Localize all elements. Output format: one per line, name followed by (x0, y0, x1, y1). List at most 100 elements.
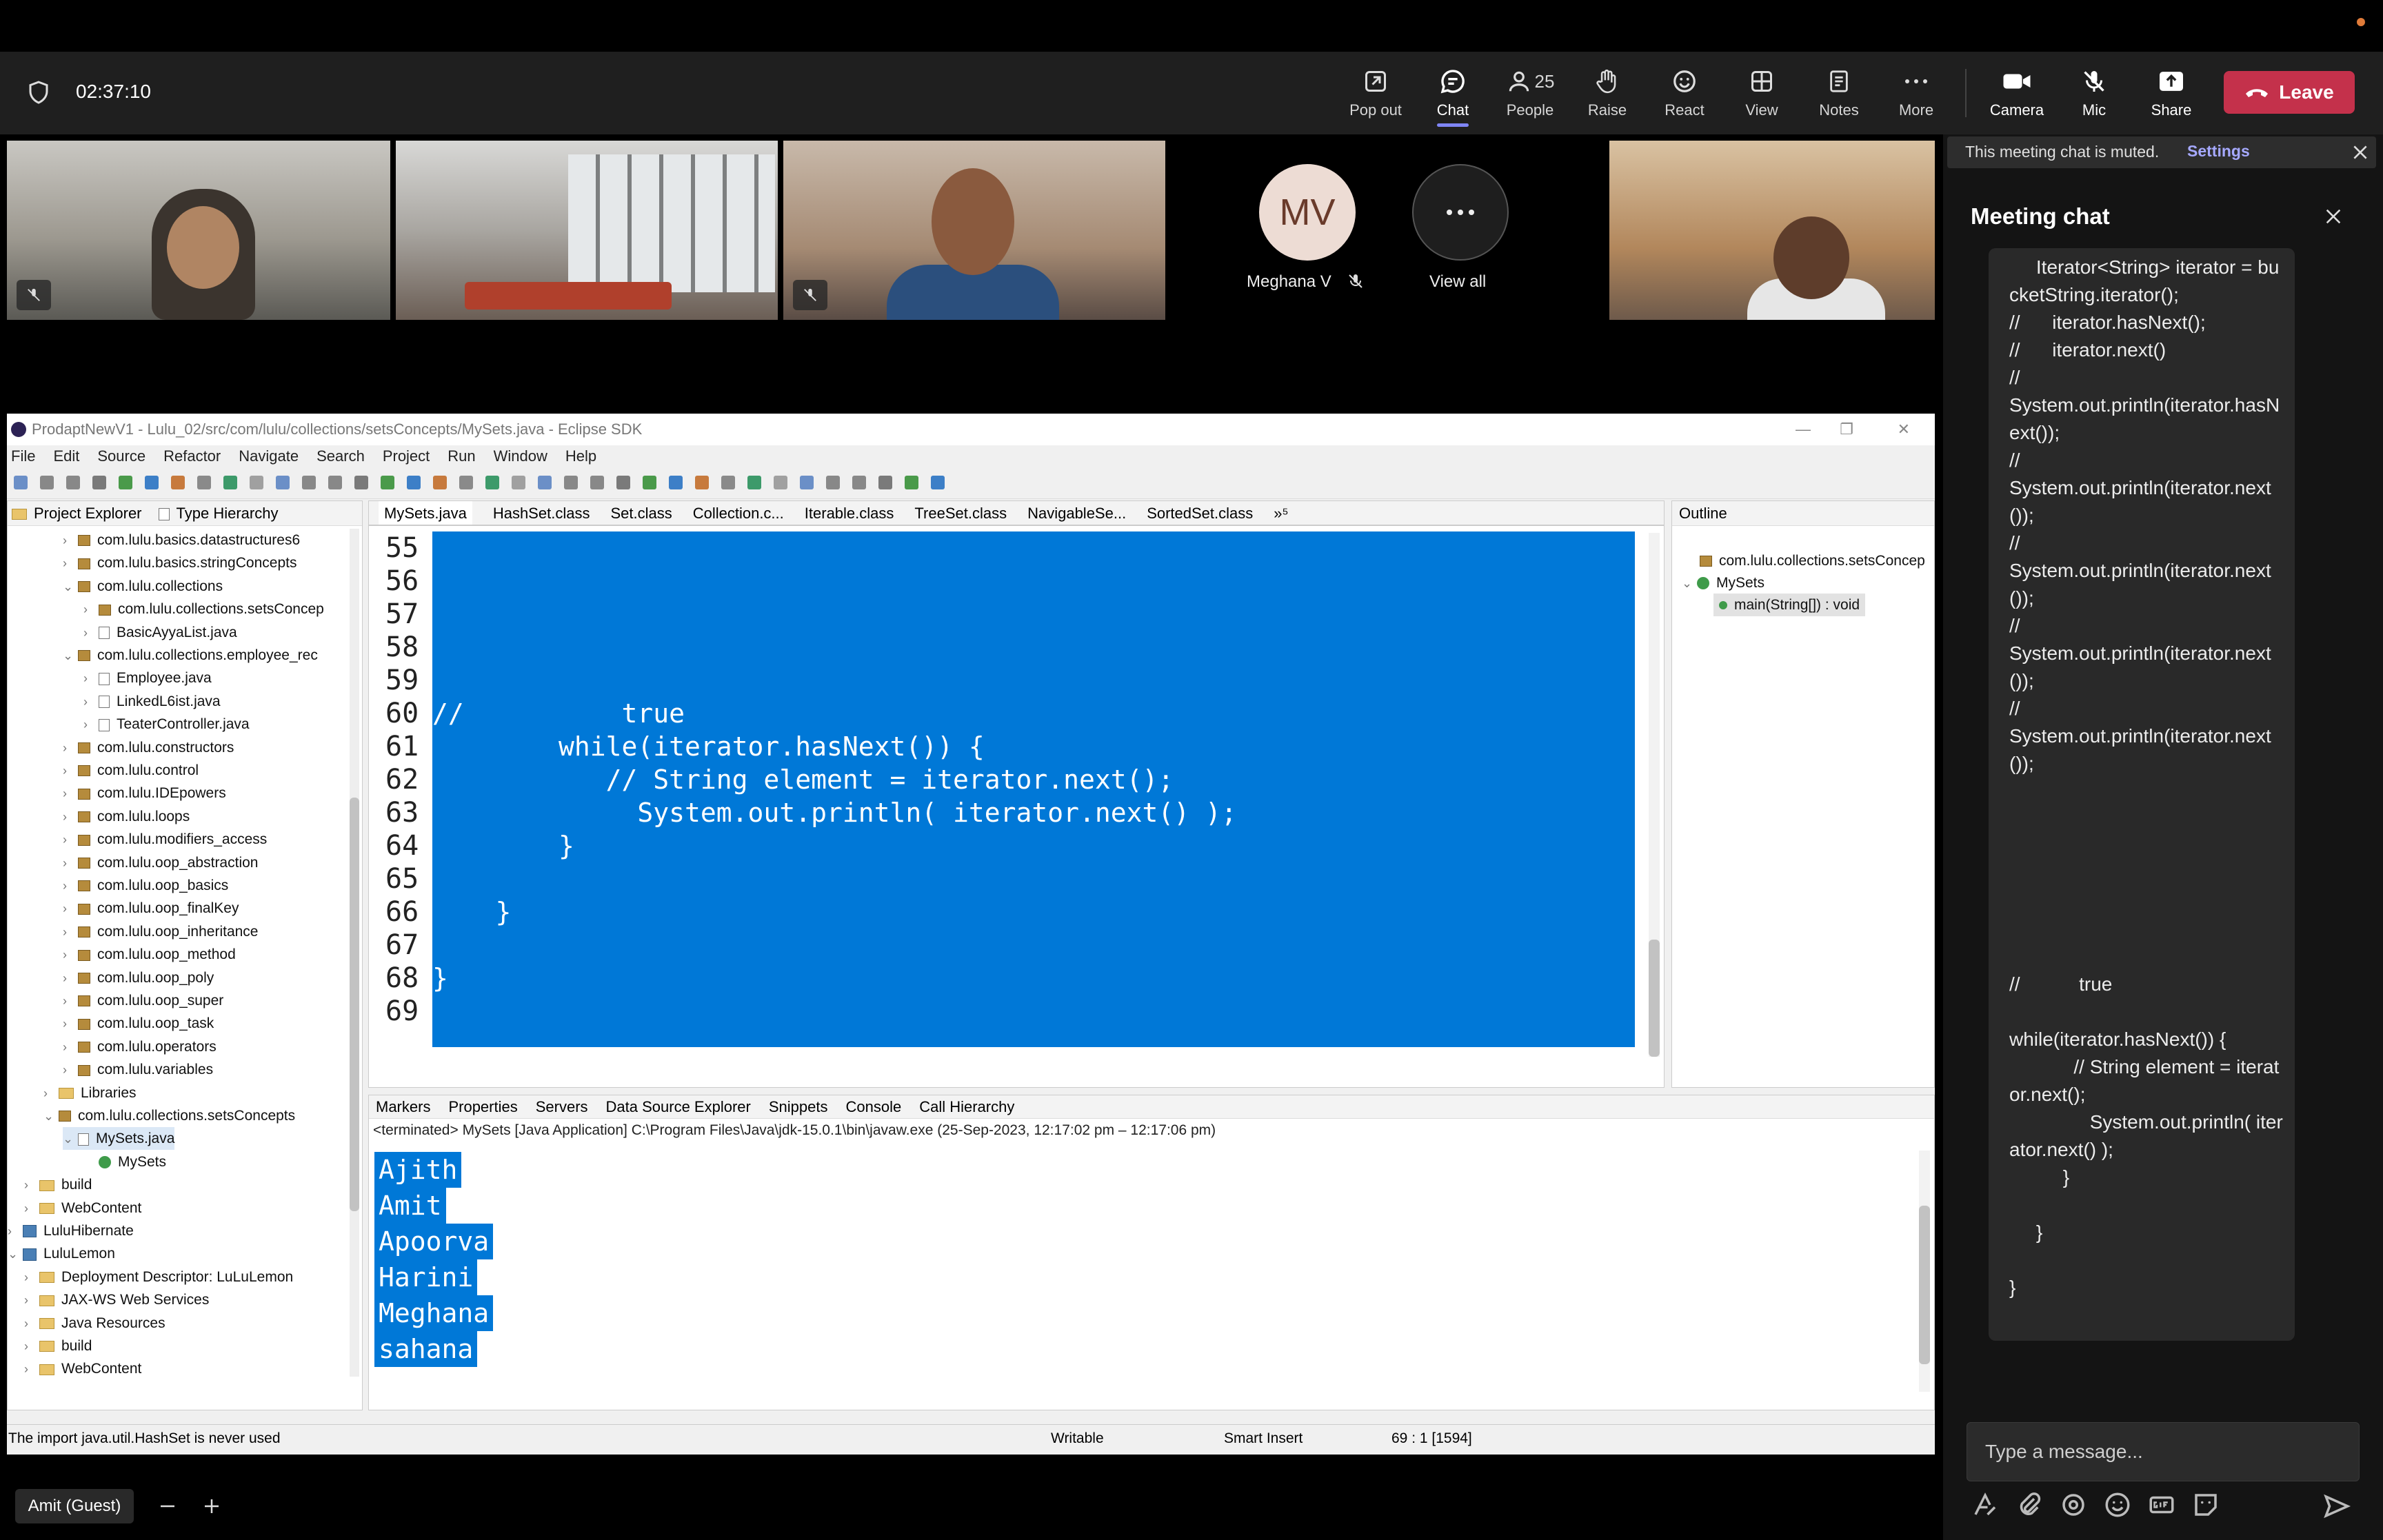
menu-file[interactable]: File (11, 445, 35, 467)
editor-tab[interactable]: HashSet.class (493, 501, 590, 525)
code-editor[interactable]: 55 56 57 58 59 60 61 62 63 64 65 66 67 68 69 // true w… (368, 525, 1665, 1088)
toolbar-tool-icon[interactable] (643, 476, 656, 489)
toolbar-tool-icon[interactable] (905, 476, 918, 489)
toolbar-tool-icon[interactable] (931, 476, 945, 489)
toolbar-tool-icon[interactable] (328, 476, 342, 489)
toolbar-tool-icon[interactable] (538, 476, 552, 489)
console-tab[interactable]: Properties (448, 1095, 517, 1118)
chevron-right-icon[interactable]: › (63, 990, 78, 1013)
tree-item[interactable]: › com.lulu.oop_method (63, 943, 236, 966)
outline-tab[interactable]: Outline (1672, 501, 1934, 526)
chevron-right-icon[interactable]: › (24, 1289, 39, 1312)
chevron-right-icon[interactable]: › (63, 737, 78, 760)
send-icon[interactable] (2322, 1492, 2351, 1521)
toolbar-tool-icon[interactable] (66, 476, 80, 489)
menu-project[interactable]: Project (383, 445, 430, 467)
console-tab[interactable]: Data Source Explorer (606, 1095, 751, 1118)
people-button[interactable]: 25 People (1492, 65, 1568, 128)
chevron-down-icon[interactable]: ⌄ (43, 1105, 59, 1128)
toolbar-tool-icon[interactable] (92, 476, 106, 489)
close-icon[interactable] (2351, 143, 2369, 161)
tree-item[interactable]: › WebContent (24, 1357, 141, 1380)
toolbar-tool-icon[interactable] (485, 476, 499, 489)
toolbar-tool-icon[interactable] (433, 476, 447, 489)
tree-item[interactable]: › com.lulu.oop_super (63, 989, 223, 1012)
tree-item[interactable]: › com.lulu.oop_finalKey (63, 897, 239, 920)
chevron-right-icon[interactable]: › (63, 760, 78, 782)
chevron-right-icon[interactable]: › (24, 1174, 39, 1197)
tree-item[interactable]: › Deployment Descriptor: LuLuLemon (24, 1266, 293, 1288)
tree-item[interactable]: › com.lulu.control (63, 759, 199, 782)
toolbar-tool-icon[interactable] (616, 476, 630, 489)
pop-out-button[interactable]: Pop out (1338, 65, 1414, 128)
scroll-thumb[interactable] (1919, 1206, 1930, 1364)
tree-item[interactable]: › com.lulu.oop_task (63, 1012, 214, 1035)
tree-item[interactable]: › com.lulu.oop_basics (63, 874, 228, 897)
chat-settings-link[interactable]: Settings (2187, 142, 2250, 161)
view-button[interactable]: View (1724, 65, 1800, 128)
tree-item[interactable]: › Libraries (43, 1082, 137, 1104)
attach-icon[interactable] (2015, 1490, 2044, 1522)
toolbar-tool-icon[interactable] (878, 476, 892, 489)
toolbar-tool-icon[interactable] (40, 476, 54, 489)
toolbar-tool-icon[interactable] (590, 476, 604, 489)
scroll-thumb[interactable] (1649, 940, 1660, 1057)
chevron-right-icon[interactable]: › (83, 667, 99, 690)
chevron-right-icon[interactable]: › (43, 1082, 59, 1105)
tree-item[interactable]: › com.lulu.oop_abstraction (63, 851, 258, 874)
chevron-right-icon[interactable]: › (8, 1220, 23, 1243)
share-button[interactable]: Share (2133, 65, 2209, 128)
toolbar-tool-icon[interactable] (459, 476, 473, 489)
scrollbar[interactable] (350, 529, 359, 1377)
chevron-right-icon[interactable]: › (24, 1335, 39, 1358)
tree-item[interactable]: ⌄ MySets.java (63, 1127, 175, 1151)
editor-tab[interactable]: Set.class (610, 501, 672, 525)
outline-class[interactable]: ⌄ MySets (1682, 571, 1764, 594)
tree-item[interactable]: › LuluHibernate (8, 1219, 134, 1242)
mic-button[interactable]: Mic (2056, 65, 2132, 128)
toolbar-tool-icon[interactable] (250, 476, 263, 489)
outline-method[interactable]: main(String[]) : void (1713, 594, 1866, 616)
tree-item[interactable]: › JAX-WS Web Services (24, 1288, 209, 1311)
console-tab[interactable]: Servers (536, 1095, 588, 1118)
tree-item[interactable]: ⌄ com.lulu.collections.employee_rec (63, 644, 318, 667)
toolbar-tool-icon[interactable] (852, 476, 866, 489)
outline-package[interactable]: com.lulu.collections.setsConcep (1700, 549, 1925, 572)
chevron-right-icon[interactable]: › (63, 898, 78, 920)
tree-item[interactable]: › Employee.java (83, 667, 212, 689)
console-scrollbar[interactable] (1919, 1151, 1930, 1392)
toolbar-tool-icon[interactable] (171, 476, 185, 489)
chevron-right-icon[interactable]: › (63, 829, 78, 851)
tree-item[interactable]: › build (24, 1173, 92, 1196)
editor-tab[interactable]: TreeSet.class (914, 501, 1007, 525)
chevron-right-icon[interactable]: › (63, 921, 78, 944)
menu-navigate[interactable]: Navigate (239, 445, 299, 467)
close-chat-icon[interactable] (2324, 207, 2343, 226)
message-input[interactable]: Type a message... (1967, 1422, 2360, 1481)
menu-refactor[interactable]: Refactor (163, 445, 221, 467)
menu-search[interactable]: Search (316, 445, 365, 467)
console-tab[interactable]: Markers (376, 1095, 430, 1118)
chevron-right-icon[interactable]: › (63, 529, 78, 552)
close-window-icon[interactable]: ✕ (1898, 414, 1910, 445)
chevron-right-icon[interactable]: › (83, 713, 99, 736)
menu-source[interactable]: Source (97, 445, 145, 467)
tree-item[interactable]: › com.lulu.basics.datastructures6 (63, 529, 300, 551)
chevron-right-icon[interactable]: › (24, 1313, 39, 1335)
participant-video-4[interactable] (1609, 141, 1935, 320)
editor-tab[interactable]: Collection.c... (693, 501, 784, 525)
chevron-down-icon[interactable]: ⌄ (63, 645, 78, 667)
chevron-right-icon[interactable]: › (63, 1036, 78, 1059)
toolbar-tool-icon[interactable] (381, 476, 394, 489)
tree-item[interactable]: › com.lulu.modifiers_access (63, 828, 267, 851)
chevron-right-icon[interactable]: › (83, 691, 99, 713)
more-button[interactable]: More (1878, 65, 1954, 128)
participant-video-1[interactable] (7, 141, 390, 320)
chat-button[interactable]: Chat (1415, 65, 1491, 128)
menu-help[interactable]: Help (565, 445, 596, 467)
chevron-right-icon[interactable]: › (63, 944, 78, 966)
tree-item[interactable]: ⌄ com.lulu.collections.setsConcepts (43, 1104, 295, 1127)
tree-item[interactable]: › com.lulu.collections.setsConcep (83, 598, 324, 620)
tree-item[interactable]: › WebContent (24, 1197, 141, 1219)
tree-item[interactable]: › com.lulu.operators (63, 1035, 217, 1058)
